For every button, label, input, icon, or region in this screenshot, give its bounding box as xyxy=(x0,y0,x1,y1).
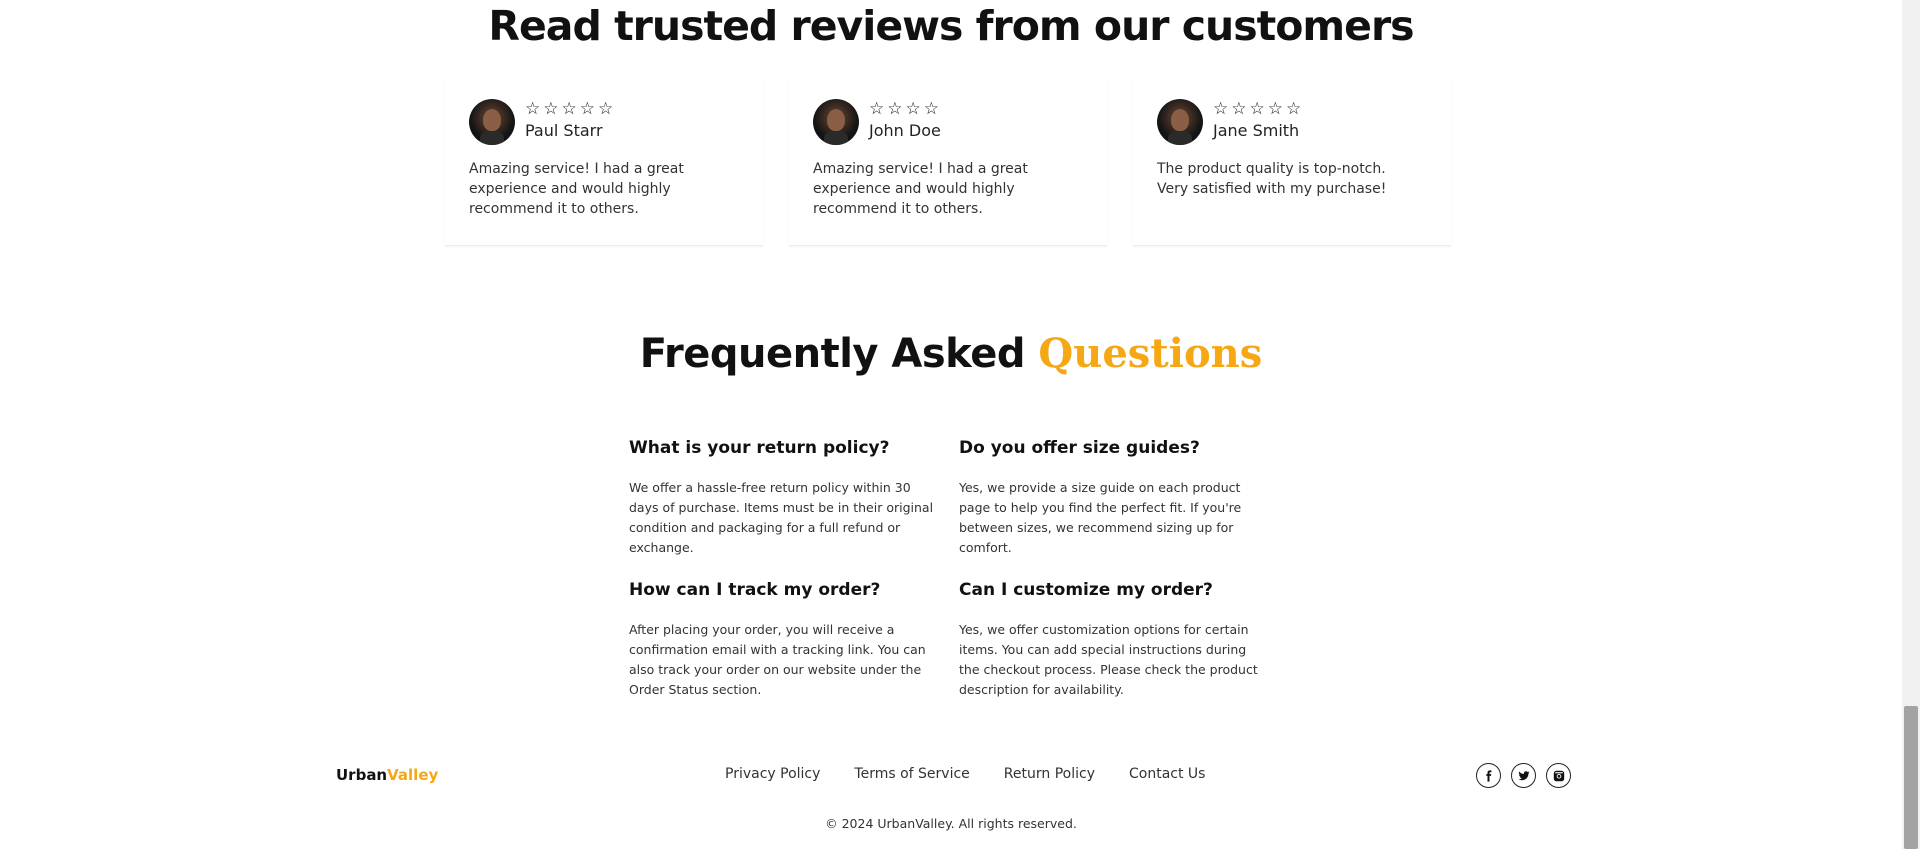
facebook-icon[interactable] xyxy=(1476,763,1501,788)
star-icon: ☆ xyxy=(561,99,577,119)
scrollbar[interactable] xyxy=(1902,0,1920,849)
avatar xyxy=(469,99,515,145)
review-cards: ☆ ☆ ☆ ☆ ☆ Paul Starr Amazing service! I … xyxy=(445,78,1457,248)
footer-nav: Privacy Policy Terms of Service Return P… xyxy=(725,766,1205,782)
footer-link-return-policy[interactable]: Return Policy xyxy=(1004,766,1095,782)
faq-question: Can I customize my order? xyxy=(959,580,1213,600)
faq-item: Do you offer size guides? Yes, we provid… xyxy=(959,436,1269,558)
review-header: ☆ ☆ ☆ ☆ John Doe xyxy=(813,99,1083,145)
brand-main: Urban xyxy=(336,766,388,784)
faq-title-accent: Questions xyxy=(1038,330,1263,377)
faq-item: How can I track my order? After placing … xyxy=(629,578,959,700)
reviews-title: Read trusted reviews from our customers xyxy=(488,2,1414,50)
faq-answer: Yes, we offer customization options for … xyxy=(959,622,1258,697)
star-rating: ☆ ☆ ☆ ☆ ☆ xyxy=(525,101,613,118)
social-links xyxy=(1476,763,1571,788)
review-meta: ☆ ☆ ☆ ☆ ☆ Paul Starr xyxy=(525,99,613,141)
twitter-icon[interactable] xyxy=(1511,763,1536,788)
review-card: ☆ ☆ ☆ ☆ John Doe Amazing service! I had … xyxy=(789,78,1107,246)
star-icon: ☆ xyxy=(1213,99,1229,119)
faq-answer: Yes, we provide a size guide on each pro… xyxy=(959,480,1242,555)
footer-logo[interactable]: UrbanValley xyxy=(336,766,438,784)
copyright: © 2024 UrbanValley. All rights reserved. xyxy=(825,816,1077,831)
star-icon: ☆ xyxy=(869,99,885,119)
star-rating: ☆ ☆ ☆ ☆ xyxy=(869,101,941,118)
avatar xyxy=(813,99,859,145)
brand-accent: Valley xyxy=(387,766,439,784)
faq-answer: After placing your order, you will recei… xyxy=(629,622,926,697)
instagram-icon[interactable] xyxy=(1546,763,1571,788)
faq-title: Frequently Asked Questions xyxy=(0,330,1902,377)
star-icon: ☆ xyxy=(579,99,595,119)
avatar xyxy=(1157,99,1203,145)
review-header: ☆ ☆ ☆ ☆ ☆ Paul Starr xyxy=(469,99,739,145)
review-meta: ☆ ☆ ☆ ☆ John Doe xyxy=(869,99,941,141)
star-icon: ☆ xyxy=(1286,99,1302,119)
review-card: ☆ ☆ ☆ ☆ ☆ Jane Smith The product quality… xyxy=(1133,78,1451,246)
star-icon: ☆ xyxy=(1231,99,1247,119)
review-header: ☆ ☆ ☆ ☆ ☆ Jane Smith xyxy=(1157,99,1427,145)
faq-question: How can I track my order? xyxy=(629,580,881,600)
star-icon: ☆ xyxy=(905,99,921,119)
faq-question: What is your return policy? xyxy=(629,438,890,458)
star-icon: ☆ xyxy=(543,99,559,119)
star-rating: ☆ ☆ ☆ ☆ ☆ xyxy=(1213,101,1301,118)
footer-link-privacy-policy[interactable]: Privacy Policy xyxy=(725,766,820,782)
faq-grid: What is your return policy? We offer a h… xyxy=(629,436,1269,700)
footer-link-terms-of-service[interactable]: Terms of Service xyxy=(854,766,969,782)
star-icon: ☆ xyxy=(887,99,903,119)
review-card: ☆ ☆ ☆ ☆ ☆ Paul Starr Amazing service! I … xyxy=(445,78,763,246)
review-text: Amazing service! I had a great experienc… xyxy=(469,161,684,217)
reviewer-name: John Doe xyxy=(869,121,941,140)
scrollbar-thumb[interactable] xyxy=(1904,706,1918,849)
review-meta: ☆ ☆ ☆ ☆ ☆ Jane Smith xyxy=(1213,99,1301,141)
faq-answer: We offer a hassle-free return policy wit… xyxy=(629,480,934,555)
faq-title-main: Frequently Asked xyxy=(639,331,1026,377)
star-icon: ☆ xyxy=(598,99,614,119)
faq-question: Do you offer size guides? xyxy=(959,438,1200,458)
star-icon: ☆ xyxy=(1249,99,1265,119)
reviewer-name: Paul Starr xyxy=(525,121,603,140)
star-icon: ☆ xyxy=(525,99,541,119)
star-icon: ☆ xyxy=(1267,99,1283,119)
reviewer-name: Jane Smith xyxy=(1213,121,1300,140)
page: Read trusted reviews from our customers … xyxy=(0,0,1920,849)
faq-item: What is your return policy? We offer a h… xyxy=(629,436,959,558)
footer-link-contact-us[interactable]: Contact Us xyxy=(1129,766,1205,782)
star-icon: ☆ xyxy=(923,99,939,119)
review-text: Amazing service! I had a great experienc… xyxy=(813,161,1028,217)
review-text: The product quality is top-notch. Very s… xyxy=(1157,161,1387,197)
faq-item: Can I customize my order? Yes, we offer … xyxy=(959,578,1269,700)
